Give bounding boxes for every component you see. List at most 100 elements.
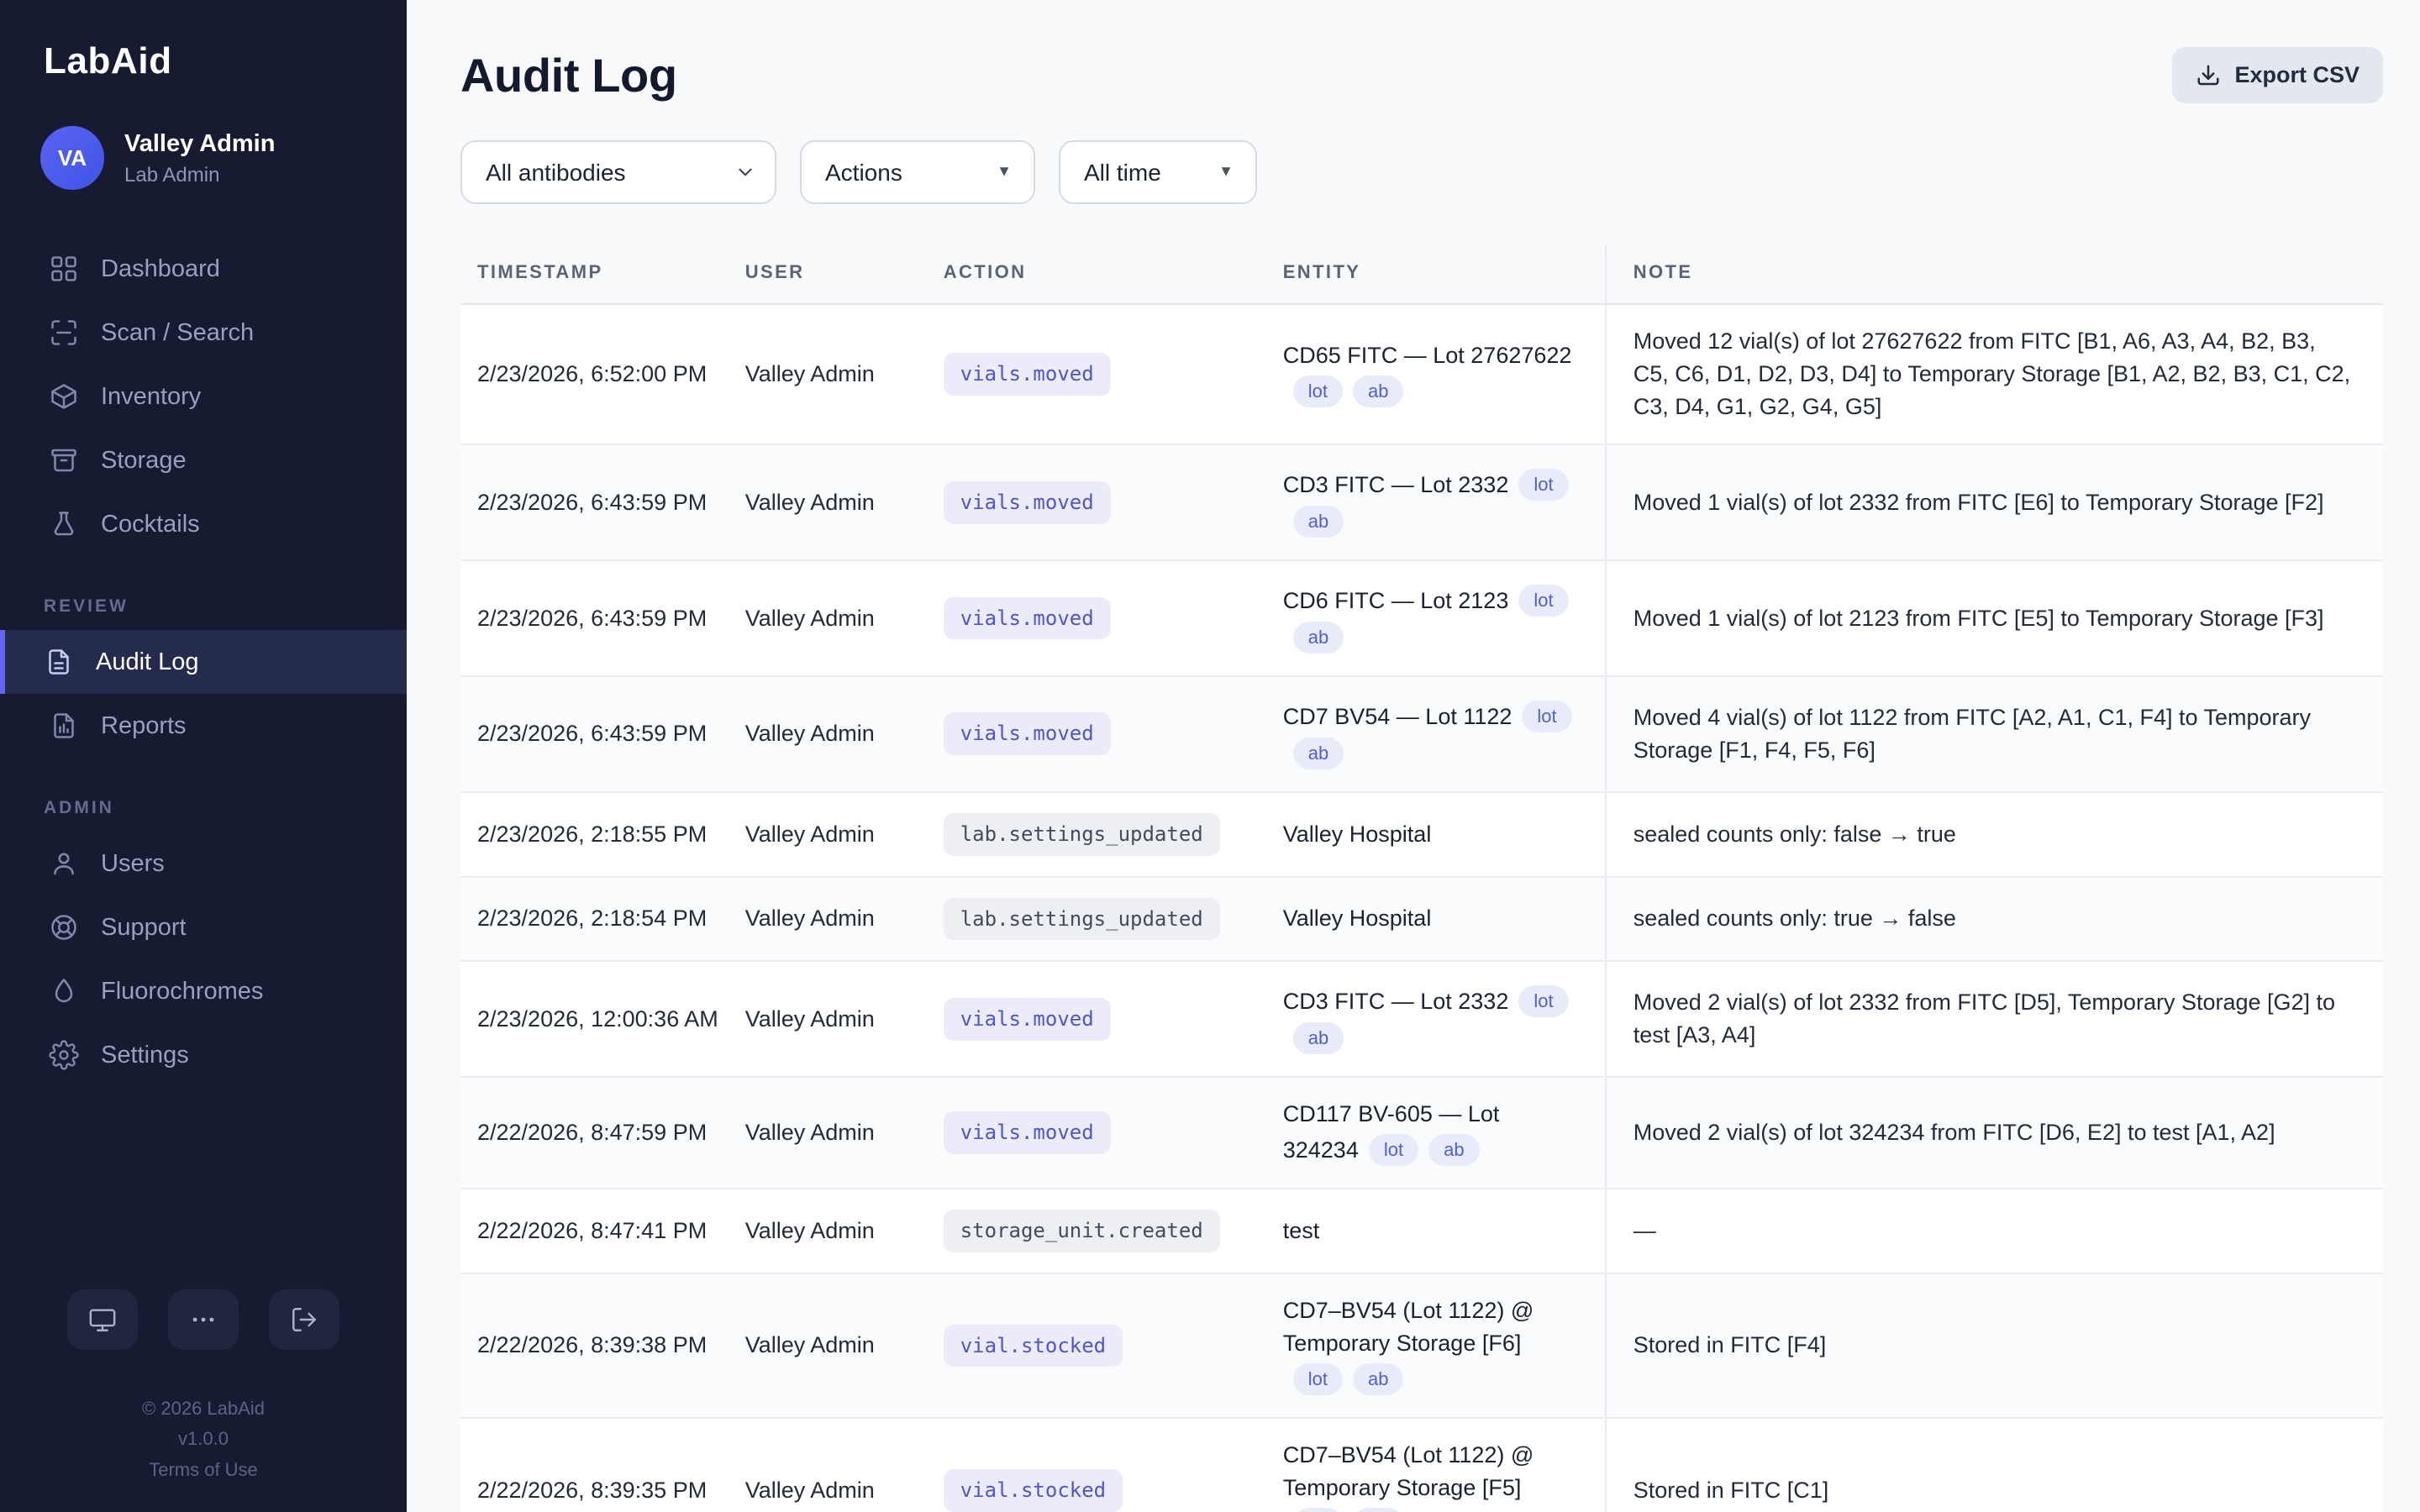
lot-badge: lot (1293, 1363, 1343, 1395)
audit-log-table: TIMESTAMP USER ACTION ENTITY NOTE 2/23/2… (460, 244, 2383, 1512)
filter-bar: All antibodies Actions ▼ All time ▼ (460, 140, 2383, 204)
column-header-entity: ENTITY (1283, 244, 1606, 304)
sidebar-item-fluorochromes[interactable]: Fluorochromes (0, 959, 407, 1023)
user-role: Lab Admin (124, 164, 275, 187)
action-badge: lab.settings_updated (944, 813, 1220, 856)
droplet-icon (49, 976, 79, 1006)
entity-name: Valley Hospital (1283, 822, 1432, 847)
column-header-user: USER (745, 244, 944, 304)
row-note: Moved 1 vial(s) of lot 2332 from FITC [E… (1606, 444, 2383, 560)
sidebar-item-label: Inventory (101, 383, 201, 411)
export-csv-label: Export CSV (2234, 62, 2360, 88)
terms-link[interactable]: Terms of Use (0, 1455, 407, 1485)
column-header-note: NOTE (1606, 244, 2383, 304)
lot-badge: lot (1518, 585, 1568, 617)
entity-name: CD6 FITC — Lot 2123 (1283, 588, 1509, 613)
row-user: Valley Admin (745, 961, 944, 1077)
sidebar-item-audit-log[interactable]: Audit Log (0, 630, 407, 694)
row-note: — (1606, 1189, 2383, 1273)
table-row: 2/23/2026, 2:18:54 PM Valley Admin lab.s… (460, 877, 2383, 962)
sidebar-item-label: Users (101, 850, 165, 878)
user-profile[interactable]: VA Valley Admin Lab Admin (0, 82, 407, 200)
entity-name: test (1283, 1218, 1320, 1243)
download-icon (2196, 63, 2221, 88)
table-row: 2/22/2026, 8:47:59 PM Valley Admin vials… (460, 1077, 2383, 1189)
action-badge: vials.moved (944, 712, 1111, 755)
sidebar-item-label: Fluorochromes (101, 978, 263, 1005)
row-user: Valley Admin (745, 560, 944, 676)
time-filter-select[interactable]: All time (1059, 140, 1257, 204)
dashboard-icon (49, 254, 79, 284)
row-timestamp: 2/23/2026, 6:43:59 PM (460, 444, 745, 560)
sidebar-item-settings[interactable]: Settings (0, 1023, 407, 1087)
action-badge: vials.moved (944, 998, 1111, 1041)
scan-icon (49, 318, 79, 348)
action-badge: vials.moved (944, 1111, 1111, 1154)
entity-name: CD7–BV54 (Lot 1122) @ Temporary Storage … (1283, 1442, 1534, 1500)
column-header-action: ACTION (944, 244, 1283, 304)
sidebar-item-label: Cocktails (101, 511, 200, 538)
lifebuoy-icon (49, 912, 79, 942)
sidebar-item-label: Scan / Search (101, 319, 254, 347)
entity-badges: lotab (1359, 1137, 1480, 1163)
sidebar-item-support[interactable]: Support (0, 895, 407, 959)
sidebar-item-users[interactable]: Users (0, 832, 407, 895)
action-badge: lab.settings_updated (944, 898, 1220, 941)
antibody-filter-select[interactable]: All antibodies (460, 140, 776, 204)
row-user: Valley Admin (745, 1189, 944, 1273)
action-badge: storage_unit.created (944, 1210, 1220, 1252)
gear-icon (49, 1040, 79, 1070)
page-title: Audit Log (460, 48, 677, 102)
display-mode-button[interactable] (67, 1289, 138, 1350)
export-csv-button[interactable]: Export CSV (2172, 47, 2383, 103)
lot-badge: lot (1293, 375, 1343, 407)
row-note: Stored in FITC [F4] (1606, 1273, 2383, 1418)
logout-button[interactable] (269, 1289, 339, 1350)
row-note: Moved 12 vial(s) of lot 27627622 from FI… (1606, 304, 2383, 444)
sidebar-nav: Dashboard Scan / Search Inventory Storag… (0, 237, 407, 1087)
lot-badge: lot (1518, 469, 1568, 501)
sidebar-item-reports[interactable]: Reports (0, 694, 407, 758)
more-options-button[interactable] (168, 1289, 239, 1350)
sidebar-item-label: Reports (101, 712, 187, 740)
table-row: 2/22/2026, 8:39:38 PM Valley Admin vial.… (460, 1273, 2383, 1418)
row-timestamp: 2/23/2026, 12:00:36 AM (460, 961, 745, 1077)
action-badge: vial.stocked (944, 1325, 1123, 1368)
ab-badge: ab (1353, 1508, 1403, 1512)
ellipsis-icon (189, 1305, 218, 1334)
section-label-review: REVIEW (0, 556, 407, 630)
table-row: 2/23/2026, 6:43:59 PM Valley Admin vials… (460, 560, 2383, 676)
sidebar-item-scan-search[interactable]: Scan / Search (0, 301, 407, 365)
audit-log-icon (44, 647, 74, 677)
row-user: Valley Admin (745, 304, 944, 444)
table-row: 2/23/2026, 6:52:00 PM Valley Admin vials… (460, 304, 2383, 444)
entity-name: CD3 FITC — Lot 2332 (1283, 989, 1509, 1014)
row-note: sealed counts only: false → true (1606, 792, 2383, 877)
section-label-admin: ADMIN (0, 758, 407, 832)
sidebar-item-dashboard[interactable]: Dashboard (0, 237, 407, 301)
entity-name: CD7 BV54 — Lot 1122 (1283, 704, 1512, 729)
sidebar: LabAid VA Valley Admin Lab Admin Dashboa… (0, 0, 407, 1512)
logout-icon (290, 1305, 318, 1334)
table-row: 2/23/2026, 2:18:55 PM Valley Admin lab.s… (460, 792, 2383, 877)
box-icon (49, 381, 79, 412)
ab-badge: ab (1293, 622, 1344, 654)
row-note: Moved 1 vial(s) of lot 2123 from FITC [E… (1606, 560, 2383, 676)
ab-badge: ab (1353, 375, 1403, 407)
action-badge: vial.stocked (944, 1469, 1123, 1512)
row-user: Valley Admin (745, 1418, 944, 1512)
ab-badge: ab (1293, 506, 1344, 538)
sidebar-item-storage[interactable]: Storage (0, 428, 407, 492)
action-filter-select[interactable]: Actions (800, 140, 1035, 204)
sidebar-item-label: Audit Log (96, 648, 199, 676)
lot-badge: lot (1518, 985, 1568, 1017)
table-row: 2/22/2026, 8:39:35 PM Valley Admin vial.… (460, 1418, 2383, 1512)
sidebar-item-cocktails[interactable]: Cocktails (0, 492, 407, 556)
sidebar-item-inventory[interactable]: Inventory (0, 365, 407, 428)
row-timestamp: 2/23/2026, 2:18:54 PM (460, 877, 745, 962)
ab-badge: ab (1293, 738, 1344, 769)
row-timestamp: 2/23/2026, 6:43:59 PM (460, 560, 745, 676)
action-badge: vials.moved (944, 481, 1111, 524)
copyright-text: © 2026 LabAid (0, 1394, 407, 1424)
audit-table-body: 2/23/2026, 6:52:00 PM Valley Admin vials… (460, 304, 2383, 1512)
